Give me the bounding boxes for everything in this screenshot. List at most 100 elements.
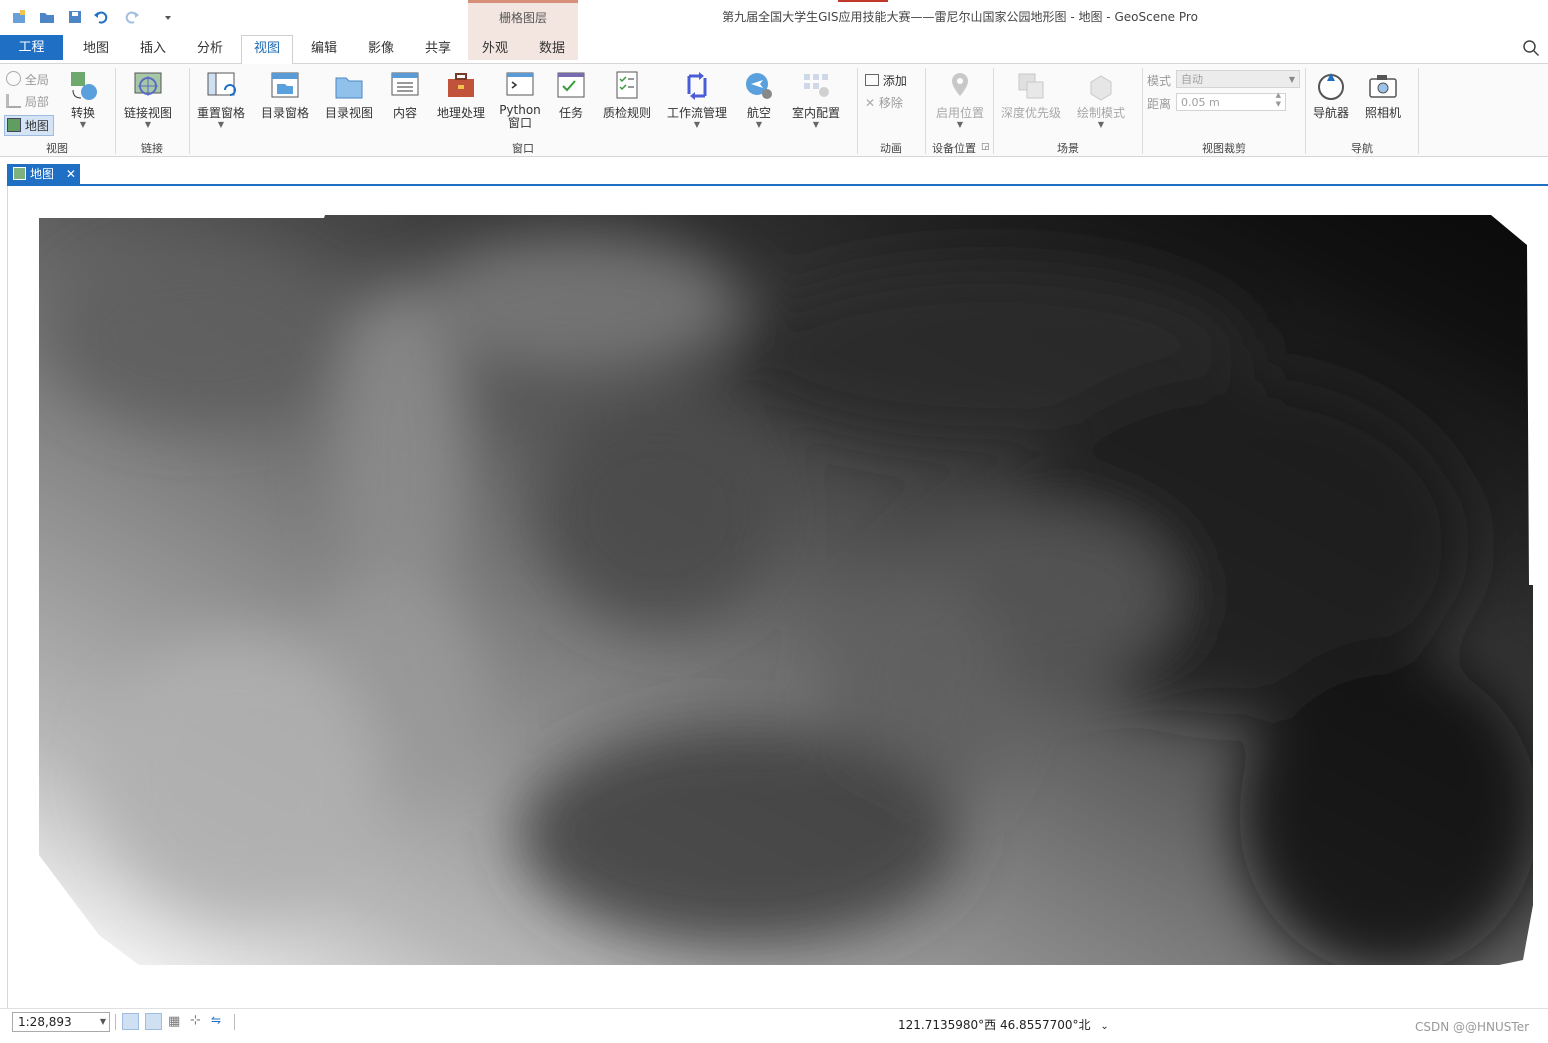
checklist-icon [616,71,638,99]
geoprocessing-button[interactable]: 地理处理 [433,70,489,121]
tasks-icon [557,72,585,98]
chevron-down-icon: ▼ [99,1017,106,1026]
window-title: 第九届全国大学生GIS应用技能大赛——雷尼尔山国家公园地形图 - 地图 - Ge… [722,10,1198,24]
clip-distance-label: 距离 [1147,97,1172,111]
depth-priority-button[interactable]: 深度优先级 [998,70,1064,121]
python-window-icon [506,72,534,96]
link-views-button[interactable]: 链接视图 ▼ [120,70,176,129]
tab-project[interactable]: 工程 [0,35,63,60]
catalog-pane-button[interactable]: 目录窗格 [257,70,313,121]
dialog-launcher-icon[interactable]: ◲ [981,142,990,152]
camera-icon [1369,75,1397,98]
title-bar: 栅格图层 第九届全国大学生GIS应用技能大赛——雷尼尔山国家公园地形图 - 地图… [0,0,1548,60]
fixed-zoom-icon[interactable] [122,1013,139,1030]
airplane-icon [746,73,772,99]
save-project-icon[interactable] [67,9,83,25]
open-project-icon[interactable] [39,9,55,25]
link-views-icon [134,72,162,96]
tasks-button[interactable]: 任务 [549,70,593,121]
indoor-config-icon [804,74,829,97]
ribbon: 全局 局部 地图 转换 ▼ 视图 链接视图 ▼ 链接 重置窗格 ▼ 目录窗格 目… [0,63,1548,157]
navigator-icon [1318,73,1344,100]
globe-icon [6,71,21,86]
tab-imagery[interactable]: 影像 [357,36,405,62]
convert-button[interactable]: 转换 ▼ [62,70,104,129]
convert-icon [71,72,97,100]
title-accent-line [838,0,888,2]
group-label-view: 视图 [46,142,68,155]
contents-icon [391,72,419,96]
contents-button[interactable]: 内容 [383,70,427,121]
tab-analysis[interactable]: 分析 [186,36,234,62]
status-bar: 1:28,893 ▼ ▦ ⊹ ⇋ 121.7135980°西 46.855770… [0,1008,1548,1043]
draw-mode-icon [1090,75,1112,101]
group-label-scene: 场景 [1057,142,1079,155]
tab-share[interactable]: 共享 [414,36,462,62]
draw-mode-button[interactable]: 绘制模式 ▼ [1072,70,1130,129]
reset-panes-icon [207,72,236,96]
python-window-button[interactable]: Python 窗口 [496,70,544,130]
tab-insert[interactable]: 插入 [129,36,177,62]
tab-data[interactable]: 数据 [528,36,576,62]
group-separator [1418,68,1419,154]
buildings-icon [6,94,21,108]
map-document-tab[interactable]: 地图 ✕ [7,164,80,184]
tab-map[interactable]: 地图 [72,36,120,62]
camera-button[interactable]: 照相机 [1360,70,1406,121]
catalog-view-icon [335,77,363,99]
global-view-button[interactable]: 全局 [6,71,49,88]
workflow-icon [687,72,707,100]
spinner-icon[interactable]: ▲ ▼ [1276,91,1281,109]
map-icon [13,167,26,180]
group-label-navigation: 导航 [1351,142,1373,155]
map-icon [7,118,21,132]
grid-icon[interactable]: ▦ [168,1014,180,1029]
scale-selector[interactable]: 1:28,893 ▼ [12,1012,110,1032]
navigator-button[interactable]: 导航器 [1308,70,1354,121]
remove-animation-button[interactable]: ✕ 移除 [865,94,903,111]
tab-view[interactable]: 视图 [241,35,293,64]
group-label-device-location: 设备位置 [932,142,976,155]
qc-rules-button[interactable]: 质检规则 [598,70,656,121]
reset-panes-button[interactable]: 重置窗格 ▼ [193,70,249,129]
group-label-link: 链接 [141,142,163,155]
new-project-icon[interactable] [11,9,27,25]
workflow-manager-button[interactable]: 工作流管理 ▼ [664,70,730,129]
redo-icon[interactable] [124,9,140,25]
indoor-config-button[interactable]: 室内配置 ▼ [788,70,844,129]
customize-toolbar-icon[interactable] [160,9,176,25]
group-label-view-clipping: 视图裁剪 [1202,142,1246,155]
constraints-icon[interactable]: ⊹ [190,1013,201,1028]
tab-appearance[interactable]: 外观 [471,36,519,62]
clip-mode-label: 模式 [1147,74,1172,88]
watermark: CSDN @@HNUSTer [1415,1020,1530,1034]
clip-distance-input[interactable]: 0.05 m ▲ ▼ [1176,91,1286,111]
tab-edit[interactable]: 编辑 [300,36,348,62]
enable-location-button[interactable]: 启用位置 ▼ [932,70,988,129]
aviation-button[interactable]: 航空 ▼ [738,70,780,129]
clip-mode-select[interactable]: 自动 ▼ [1176,70,1300,88]
close-tab-icon[interactable]: ✕ [66,167,76,181]
local-view-button[interactable]: 局部 [6,93,49,110]
coordinate-readout[interactable]: 121.7135980°西 46.8557700°北 ⌄ [898,1016,1109,1033]
dem-raster-map[interactable] [39,215,1533,965]
depth-priority-icon [1018,73,1044,99]
undo-icon[interactable] [93,9,109,25]
close-icon: ✕ [865,96,876,110]
status-separator [234,1014,235,1030]
add-keyframe-icon [865,74,879,86]
pause-drawing-icon[interactable]: ⇋ [211,1013,221,1027]
catalog-view-button[interactable]: 目录视图 [321,70,377,121]
snapping-icon[interactable] [145,1013,162,1030]
add-animation-button[interactable]: 添加 [865,72,907,89]
chevron-down-icon: ▼ [1288,75,1295,84]
group-label-window: 窗口 [512,142,534,155]
catalog-pane-icon [271,72,299,98]
search-icon[interactable] [1522,39,1540,57]
map-view-button[interactable]: 地图 [4,115,54,136]
status-separator [115,1014,116,1030]
group-label-animation: 动画 [880,142,902,155]
toolbox-icon [448,73,474,97]
chevron-down-icon: ⌄ [1100,1021,1109,1032]
context-tab-group-label: 栅格图层 [498,11,547,25]
